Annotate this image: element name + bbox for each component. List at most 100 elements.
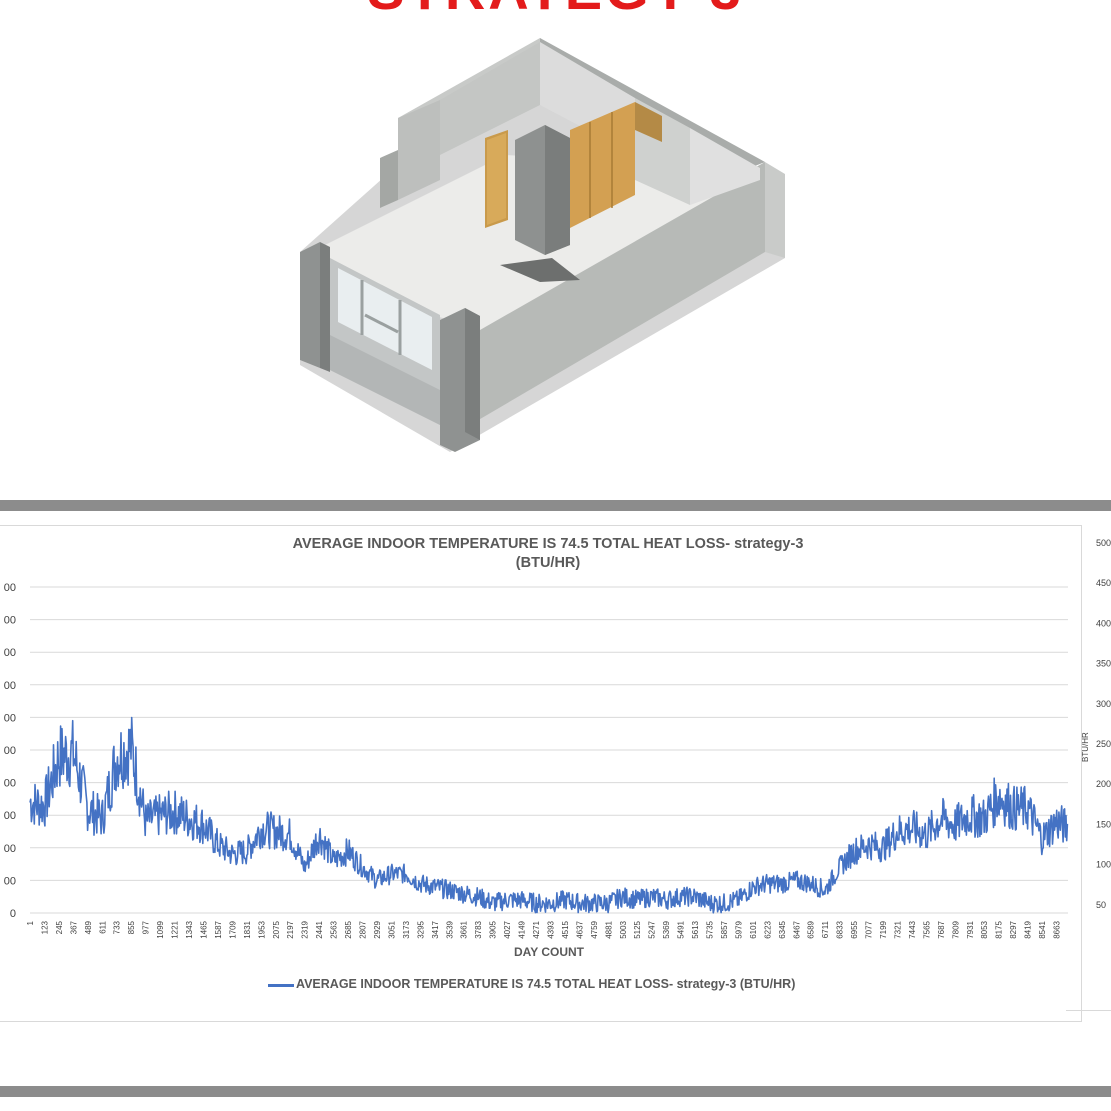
x-tick-label: 4881 bbox=[604, 920, 613, 938]
x-tick-label: 5857 bbox=[720, 920, 729, 938]
x-tick-label: 611 bbox=[98, 920, 107, 933]
x-tick-label: 3783 bbox=[474, 920, 483, 938]
section-separator-bottom bbox=[0, 1086, 1111, 1097]
y-axis-label-right: BTU/HR bbox=[1081, 732, 1090, 762]
x-tick-label: 123 bbox=[40, 920, 49, 934]
x-tick-label: 1465 bbox=[199, 920, 208, 938]
x-tick-label: 1831 bbox=[243, 920, 252, 938]
x-tick-label: 5369 bbox=[662, 920, 671, 938]
y-tick-label-left: 00 bbox=[4, 582, 16, 594]
y-tick-label-right: 100 bbox=[1096, 860, 1111, 870]
x-tick-label: 7321 bbox=[893, 920, 902, 938]
y-tick-label-left: 00 bbox=[4, 647, 16, 659]
x-tick-label: 5247 bbox=[648, 920, 657, 938]
x-tick-label: 2929 bbox=[373, 920, 382, 938]
y-tick-label-left: 0 bbox=[10, 908, 16, 920]
x-tick-label: 7931 bbox=[966, 920, 975, 938]
x-tick-label: 6345 bbox=[778, 920, 787, 938]
x-tick-label: 2319 bbox=[301, 920, 310, 938]
x-tick-label: 3051 bbox=[387, 920, 396, 938]
legend-series-label: AVERAGE INDOOR TEMPERATURE IS 74.5 TOTAL… bbox=[296, 977, 796, 991]
x-tick-label: 3417 bbox=[431, 920, 440, 938]
x-tick-label: 7687 bbox=[937, 920, 946, 938]
x-tick-label: 1953 bbox=[257, 920, 266, 938]
x-tick-label: 4637 bbox=[575, 920, 584, 938]
y-tick-label-right: 400 bbox=[1096, 618, 1111, 628]
y-tick-label-left: 00 bbox=[4, 680, 16, 692]
x-tick-label: 2563 bbox=[330, 920, 339, 938]
x-tick-label: 5125 bbox=[633, 920, 642, 938]
x-tick-label: 733 bbox=[113, 920, 122, 934]
x-tick-label: 367 bbox=[69, 920, 78, 934]
x-tick-label: 2197 bbox=[286, 920, 295, 938]
y-tick-label-right: 350 bbox=[1096, 659, 1111, 669]
x-tick-label: 8419 bbox=[1024, 920, 1033, 938]
x-tick-label: 2807 bbox=[359, 920, 368, 938]
y-tick-label-left: 00 bbox=[4, 615, 16, 627]
x-tick-label: 8541 bbox=[1038, 920, 1047, 938]
y-tick-label-left: 00 bbox=[4, 745, 16, 757]
x-tick-label: 4515 bbox=[561, 920, 570, 938]
x-tick-label: 8663 bbox=[1053, 920, 1062, 938]
x-tick-label: 7443 bbox=[908, 920, 917, 938]
x-tick-label: 1343 bbox=[185, 920, 194, 938]
x-tick-label: 7565 bbox=[922, 920, 931, 938]
x-tick-label: 1709 bbox=[228, 920, 237, 938]
y-tick-label-right: 300 bbox=[1096, 699, 1111, 709]
y-tick-label-right: 500 bbox=[1096, 538, 1111, 548]
x-tick-label: 7199 bbox=[879, 920, 888, 938]
x-tick-label: 6955 bbox=[850, 920, 859, 938]
x-tick-label: 5491 bbox=[677, 920, 686, 938]
y-tick-label-right: 50 bbox=[1096, 900, 1106, 910]
x-axis-label: DAY COUNT bbox=[514, 945, 585, 959]
legend-series-swatch bbox=[268, 984, 294, 987]
x-tick-label: 977 bbox=[142, 920, 151, 934]
x-tick-label: 6711 bbox=[821, 920, 830, 938]
x-tick-label: 5003 bbox=[619, 920, 628, 938]
x-tick-label: 7077 bbox=[865, 920, 874, 938]
y-tick-label-right: 150 bbox=[1096, 819, 1111, 829]
x-tick-label: 4759 bbox=[590, 920, 599, 938]
y-tick-label-right: 250 bbox=[1096, 739, 1111, 749]
x-tick-label: 3173 bbox=[402, 920, 411, 938]
x-tick-label: 6589 bbox=[807, 920, 816, 938]
heat-loss-line-chart: 0000000000000000000005004504003503002502… bbox=[4, 538, 1111, 959]
x-tick-label: 4149 bbox=[518, 920, 527, 938]
x-tick-label: 1099 bbox=[156, 920, 165, 938]
secondary-chart-frame-edge bbox=[1066, 1010, 1111, 1025]
y-tick-label-left: 00 bbox=[4, 778, 16, 790]
x-tick-label: 8297 bbox=[1009, 920, 1018, 938]
x-tick-label: 5979 bbox=[734, 920, 743, 938]
x-tick-label: 4393 bbox=[546, 920, 555, 938]
y-tick-label-left: 00 bbox=[4, 712, 16, 724]
x-tick-label: 3661 bbox=[460, 920, 469, 938]
x-tick-label: 7809 bbox=[951, 920, 960, 938]
x-tick-label: 855 bbox=[127, 920, 136, 934]
x-tick-label: 4271 bbox=[532, 920, 541, 938]
y-tick-label-left: 00 bbox=[4, 875, 16, 887]
x-tick-label: 4027 bbox=[503, 920, 512, 938]
x-tick-label: 1221 bbox=[171, 920, 180, 938]
x-tick-label: 2075 bbox=[272, 920, 281, 938]
x-tick-label: 3905 bbox=[489, 920, 498, 938]
x-tick-label: 5735 bbox=[706, 920, 715, 938]
x-tick-label: 6223 bbox=[763, 920, 772, 938]
x-tick-label: 3539 bbox=[445, 920, 454, 938]
y-tick-label-right: 200 bbox=[1096, 779, 1111, 789]
x-tick-label: 3295 bbox=[416, 920, 425, 938]
x-tick-label: 8053 bbox=[980, 920, 989, 938]
x-tick-label: 1587 bbox=[214, 920, 223, 938]
x-tick-label: 2685 bbox=[344, 920, 353, 938]
x-tick-label: 5613 bbox=[691, 920, 700, 938]
y-tick-label-right: 450 bbox=[1096, 578, 1111, 588]
x-tick-label: 2441 bbox=[315, 920, 324, 938]
y-tick-label-left: 00 bbox=[4, 810, 16, 822]
x-tick-label: 6833 bbox=[836, 920, 845, 938]
x-tick-label: 245 bbox=[55, 920, 64, 934]
x-tick-label: 6101 bbox=[749, 920, 758, 938]
x-tick-label: 1 bbox=[26, 920, 35, 925]
chart-legend: AVERAGE INDOOR TEMPERATURE IS 74.5 TOTAL… bbox=[268, 976, 828, 993]
x-tick-label: 8175 bbox=[995, 920, 1004, 938]
y-tick-label-left: 00 bbox=[4, 843, 16, 855]
x-tick-label: 6467 bbox=[792, 920, 801, 938]
